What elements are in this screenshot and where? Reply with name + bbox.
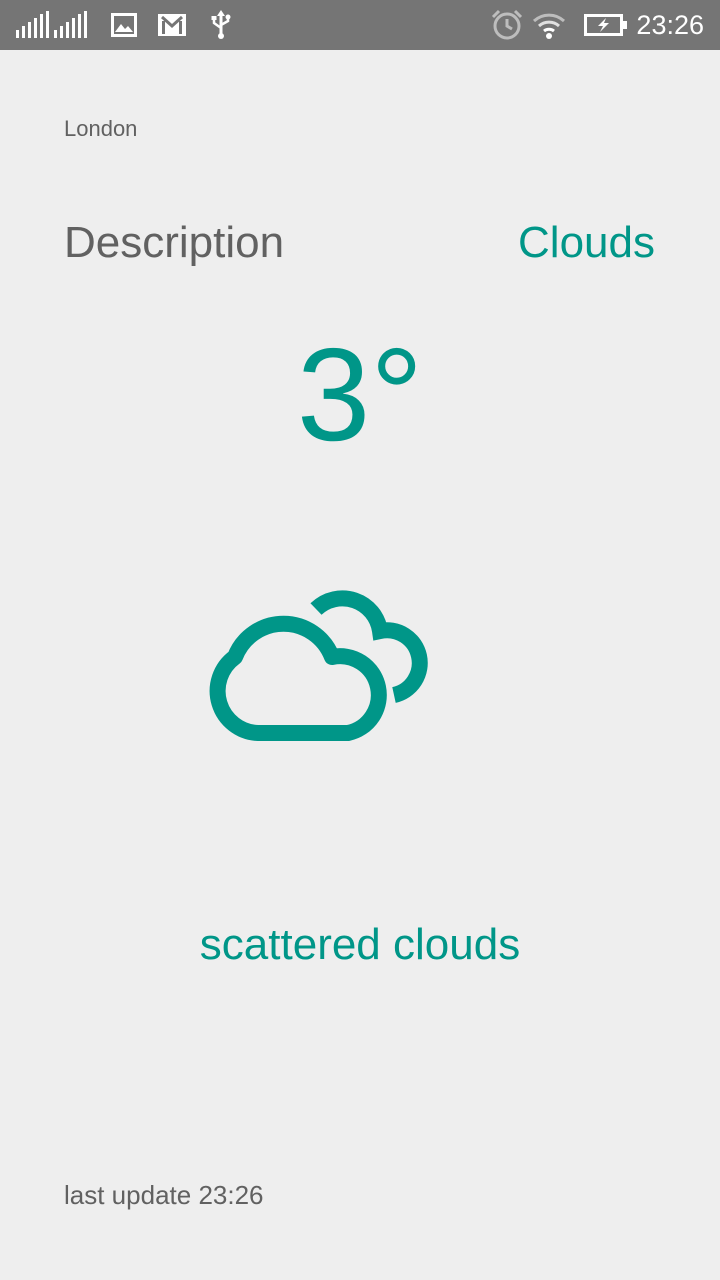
- scattered-clouds-icon: [200, 585, 440, 750]
- city-name: London: [64, 116, 138, 141]
- signal-icon-2: [52, 0, 88, 50]
- weather-summary: scattered clouds: [199, 920, 521, 969]
- status-bar: 23:26: [0, 0, 720, 50]
- last-update: last update 23:26: [64, 1180, 264, 1211]
- alarm-icon: [488, 0, 526, 50]
- description-value: Clouds: [518, 218, 655, 267]
- last-update-label: last update: [64, 1180, 192, 1210]
- status-time: 23:26: [636, 10, 704, 40]
- battery-charging-icon: [582, 0, 630, 50]
- usb-icon: [206, 0, 236, 50]
- temperature: 3°: [296, 321, 424, 468]
- signal-icon: [14, 0, 50, 50]
- description-label: Description: [64, 218, 285, 267]
- gallery-icon: [108, 0, 140, 50]
- last-update-time: 23:26: [198, 1180, 264, 1210]
- gmail-icon: [154, 0, 190, 50]
- wifi-icon: [530, 0, 568, 50]
